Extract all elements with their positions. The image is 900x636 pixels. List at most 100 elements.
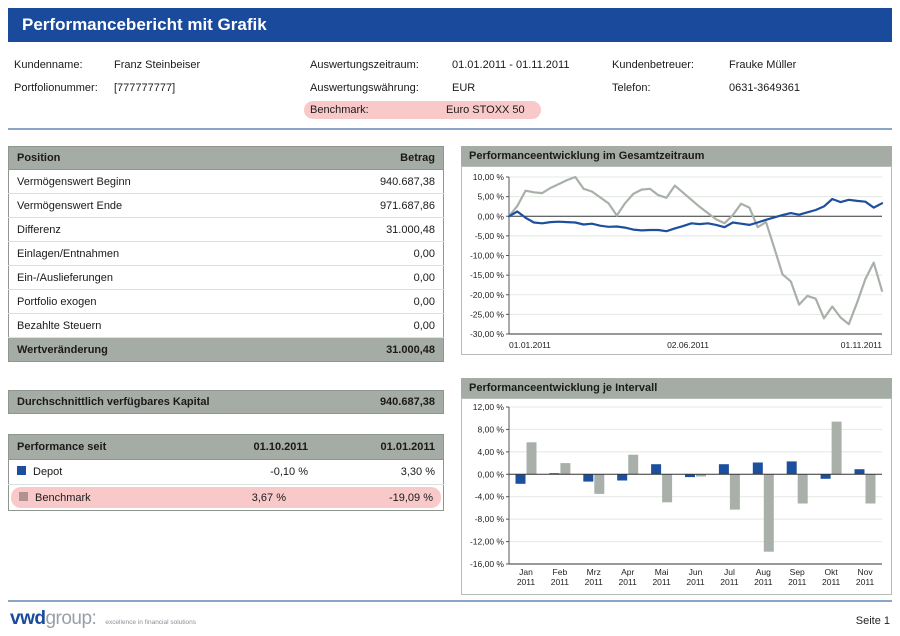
portfolionummer-label: Portfolionummer: [14,82,114,94]
svg-text:2011: 2011 [856,577,875,587]
svg-text:01.01.2011: 01.01.2011 [509,340,551,350]
svg-text:Mai: Mai [655,567,669,577]
report-page: Performancebericht mit Grafik Kundenname… [0,0,900,636]
svg-text:-5,00 %: -5,00 % [475,231,505,241]
betreuer-label: Kundenbetreuer: [612,59,729,71]
logo-group-text: group: [45,608,96,629]
row-label: Ein-/Auslieferungen [9,266,290,290]
zeitraum-label: Auswertungszeitraum: [310,59,452,71]
table-row: Ein-/Auslieferungen 0,00 [9,266,444,290]
row-label: Bezahlte Steuern [9,314,290,338]
kapital-label: Durchschnittlich verfügbares Kapital [9,391,333,414]
col1-date-header: 01.10.2011 [185,435,316,460]
bar-chart-title: Performanceentwicklung je Intervall [461,378,892,398]
benchmark-value: Euro STOXX 50 [446,104,525,116]
svg-text:2011: 2011 [551,577,570,587]
kapital-row: Durchschnittlich verfügbares Kapital 940… [9,391,444,414]
col2-date-header: 01.01.2011 [316,435,444,460]
benchmark-row-label: Benchmark [35,492,91,504]
svg-text:Nov: Nov [857,567,873,577]
kundenname-label: Kundenname: [14,59,114,71]
row-label: Vermögenswert Beginn [9,170,290,194]
svg-text:Jan: Jan [519,567,533,577]
logo-vwd-text: vwd [10,608,45,629]
row-value: 0,00 [289,290,443,314]
svg-text:2011: 2011 [822,577,841,587]
benchmark-row-highlight: Benchmark 3,67 % -19,09 % [11,487,441,508]
svg-text:4,00 %: 4,00 % [478,447,505,457]
benchmark-row: Benchmark 3,67 % -19,09 % [9,485,444,511]
row-value: 940.687,38 [289,170,443,194]
depot-col1-value: -0,10 % [185,460,316,485]
line-chart-box: 10,00 %5,00 %0,00 %-5,00 %-10,00 %-15,00… [461,166,892,355]
telefon-value: 0631-3649361 [729,82,892,94]
svg-text:-10,00 %: -10,00 % [470,251,504,261]
portfolionummer-value: [777777777] [114,82,310,94]
row-value: 31.000,48 [289,338,443,362]
svg-text:Aug: Aug [756,567,771,577]
svg-text:-4,00 %: -4,00 % [475,492,505,502]
svg-text:2011: 2011 [652,577,671,587]
betreuer-value: Frauke Müller [729,59,892,71]
svg-text:-16,00 %: -16,00 % [470,559,504,569]
position-header-cell: Position [9,147,290,170]
row-label: Einlagen/Entnahmen [9,242,290,266]
gesamtzeitraum-line-chart: 10,00 %5,00 %0,00 %-5,00 %-10,00 %-15,00… [462,167,891,354]
wertveraenderung-row: Wertveränderung 31.000,48 [9,338,444,362]
row-value: 31.000,48 [289,218,443,242]
performance-table-header: Performance seit 01.10.2011 01.01.2011 [9,435,444,460]
waehrung-label: Auswertungswährung: [310,82,452,94]
row-label: Differenz [9,218,290,242]
vwd-group-logo: vwdgroup: excellence in financial solutio… [10,608,196,630]
row-label: Wertveränderung [9,338,290,362]
row-label: Vermögenswert Ende [9,194,290,218]
svg-text:Apr: Apr [621,567,634,577]
intervall-bar-chart: 12,00 %8,00 %4,00 %0,00 %-4,00 %-8,00 %-… [462,399,891,594]
svg-text:5,00 %: 5,00 % [478,192,505,202]
svg-text:2011: 2011 [720,577,739,587]
benchmark-col2-value: -19,09 % [286,492,433,504]
performance-table: Performance seit 01.10.2011 01.01.2011 D… [8,434,444,511]
telefon-label: Telefon: [612,82,729,94]
svg-text:02.06.2011: 02.06.2011 [667,340,709,350]
svg-text:-8,00 %: -8,00 % [475,514,505,524]
row-value: 0,00 [289,242,443,266]
table-row: Differenz 31.000,48 [9,218,444,242]
benchmark-legend-square-icon [19,492,28,501]
zeitraum-value: 01.01.2011 - 01.11.2011 [452,59,612,71]
left-column: Position Betrag Vermögenswert Beginn 940… [8,146,444,595]
svg-text:Jun: Jun [689,567,703,577]
page-title: Performancebericht mit Grafik [8,8,892,42]
line-chart-panel: Performanceentwicklung im Gesamtzeitraum… [461,146,892,355]
svg-text:12,00 %: 12,00 % [473,402,505,412]
main-content: Position Betrag Vermögenswert Beginn 940… [8,146,892,595]
performance-seit-header: Performance seit [9,435,186,460]
info-row-2: Portfolionummer: [777777777] Auswertungs… [14,76,892,99]
footer: vwdgroup: excellence in financial solutio… [10,608,890,630]
table-row: Portfolio exogen 0,00 [9,290,444,314]
table-row: Vermögenswert Ende 971.687,86 [9,194,444,218]
benchmark-col1-value: 3,67 % [171,492,286,504]
kapital-value: 940.687,38 [333,391,444,414]
svg-text:01.11.2011: 01.11.2011 [841,340,883,350]
logo-tagline: excellence in financial solutions [105,619,196,626]
svg-text:-30,00 %: -30,00 % [470,329,504,339]
svg-text:2011: 2011 [585,577,604,587]
svg-text:10,00 %: 10,00 % [473,172,505,182]
line-chart-title: Performanceentwicklung im Gesamtzeitraum [461,146,892,166]
position-table: Position Betrag Vermögenswert Beginn 940… [8,146,444,362]
section-divider [8,128,892,130]
svg-text:2011: 2011 [619,577,638,587]
waehrung-value: EUR [452,82,612,94]
svg-text:-12,00 %: -12,00 % [470,537,504,547]
row-value: 0,00 [289,314,443,338]
svg-text:2011: 2011 [517,577,536,587]
depot-legend-square-icon [17,466,26,475]
position-table-header: Position Betrag [9,147,444,170]
svg-text:-15,00 %: -15,00 % [470,270,504,280]
benchmark-highlight: Benchmark: Euro STOXX 50 [304,101,541,119]
info-row-3: Benchmark: Euro STOXX 50 [14,99,892,121]
svg-text:2011: 2011 [754,577,773,587]
info-section: Kundenname: Franz Steinbeiser Auswertung… [8,42,892,121]
svg-text:Sep: Sep [790,567,805,577]
